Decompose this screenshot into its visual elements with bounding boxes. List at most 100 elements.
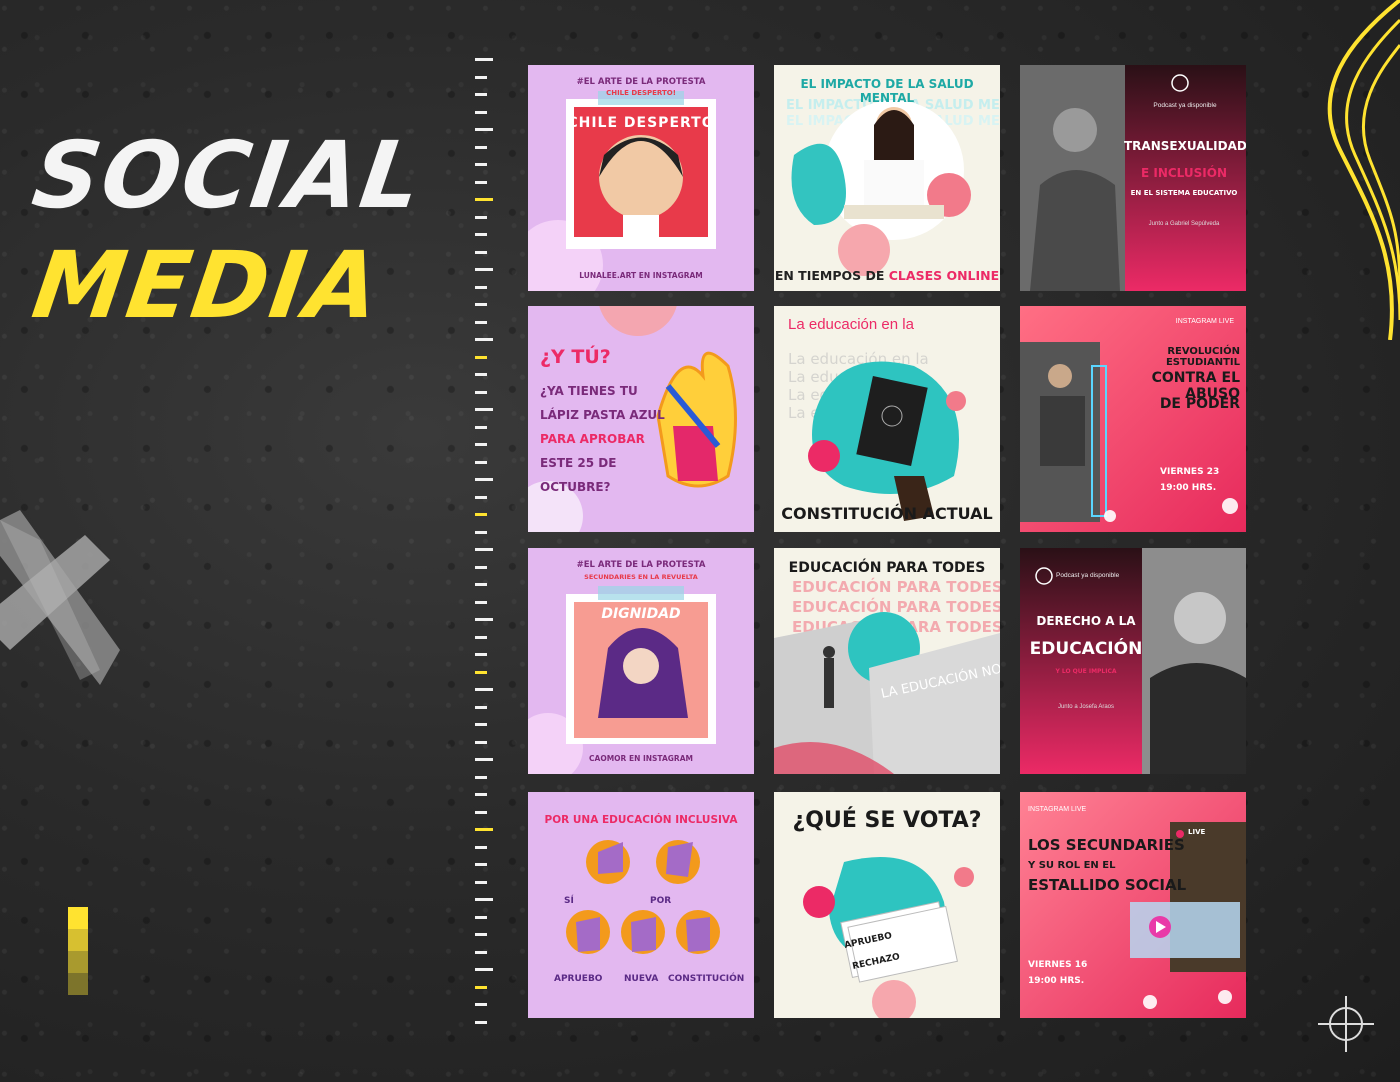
ruler-dash — [475, 390, 487, 394]
tile-12-badge: INSTAGRAM LIVE — [1028, 806, 1087, 813]
ruler-dashes — [475, 58, 495, 1028]
ruler-dash — [475, 215, 487, 219]
ruler-dash — [475, 268, 493, 271]
title-social: SOCIAL — [26, 122, 430, 229]
svg-text:EDUCACIÓN PARA TODES: EDUCACIÓN PARA TODES — [792, 577, 1000, 596]
ruler-dash — [475, 845, 487, 849]
tile-7-footer: CAOMOR EN INSTAGRAM — [589, 754, 693, 763]
post-tile-arte-protesta-2[interactable]: #EL ARTE DE LA PROTESTA SECUNDARIES EN L… — [528, 548, 754, 774]
tile-12-live: LIVE — [1188, 828, 1206, 836]
ruler-dash — [475, 863, 487, 866]
svg-text:EDUCACIÓN PARA TODES: EDUCACIÓN PARA TODES — [792, 597, 1000, 616]
ruler-dash — [475, 110, 487, 114]
tile-9-credit: Junto a Josefa Araos — [1057, 704, 1115, 710]
ruler-dash — [475, 933, 487, 936]
swatch-yellow-3 — [68, 951, 88, 973]
tile-3-line3: EN EL SISTEMA EDUCATIVO — [1130, 189, 1238, 197]
ruler-dash — [475, 460, 487, 464]
tile-12-l3: ESTALLIDO SOCIAL — [1028, 876, 1187, 894]
duct-tape-decoration — [0, 510, 120, 685]
post-tile-arte-protesta-1[interactable]: #EL ARTE DE LA PROTESTA CHILE DESPERTO! … — [528, 65, 754, 291]
post-tile-educacion-todes[interactable]: EDUCACIÓN PARA TODES EDUCACIÓN PARA TODE… — [774, 548, 1000, 774]
ruler-dash — [475, 530, 487, 534]
ruler-dash — [475, 723, 487, 726]
ruler-dash — [475, 320, 487, 324]
tile-12-time: 19:00 HRS. — [1028, 976, 1085, 986]
ruler-dash — [475, 968, 493, 971]
tile-9-l2: EDUCACIÓN — [1029, 639, 1143, 659]
ruler-dash — [475, 198, 493, 201]
ruler-dash — [475, 915, 487, 919]
ruler-dash — [475, 478, 493, 481]
ruler-dash — [475, 1020, 487, 1024]
post-tile-revolucion-live[interactable]: INSTAGRAM LIVE REVOLUCIÓN ESTUDIANTIL CO… — [1020, 306, 1246, 532]
tile-9-l3: Y LO QUE IMPLICA — [1055, 668, 1117, 675]
tile-8-headline: EDUCACIÓN PARA TODES — [788, 560, 986, 576]
tile-4-l1: ¿YA TIENES TU — [540, 384, 638, 398]
ruler-dash — [475, 145, 487, 149]
swatch-yellow-2 — [68, 929, 88, 951]
post-tile-educacion-inclusiva[interactable]: POR UNA EDUCACIÓN INCLUSIVA SÍ POR APRUE… — [528, 792, 754, 1018]
ruler-dash — [475, 180, 487, 184]
tile-10-sign-apruebo: APRUEBO — [554, 974, 603, 984]
tile-2-footer: EN TIEMPOS DE CLASES ONLINE — [774, 268, 1000, 283]
tile-2-footer-a: EN TIEMPOS DE — [774, 268, 889, 283]
ruler-dash — [475, 880, 487, 884]
tile-3-line2: E INCLUSIÓN — [1140, 166, 1227, 180]
tile-4-l5: OCTUBRE? — [540, 480, 611, 494]
post-tile-constitucion[interactable]: La educación en la La educación en la La… — [774, 306, 1000, 532]
tile-1-art-text: CHILE DESPERTO — [567, 115, 715, 131]
ruler-dash — [475, 758, 493, 761]
tile-12-date: VIERNES 16 — [1028, 960, 1088, 970]
ruler-dash — [475, 810, 487, 814]
tile-12-l2: Y SU ROL EN EL — [1028, 860, 1116, 871]
tile-10-sign-si: SÍ — [564, 896, 574, 906]
tile-10-sign-constitucion: CONSTITUCIÓN — [668, 974, 745, 984]
tile-3-credit: Junto a Gabriel Sepúlveda — [1148, 221, 1220, 227]
ruler-dash — [475, 58, 493, 61]
tile-10-sign-nueva: NUEVA — [624, 974, 659, 984]
ruler-dash — [475, 355, 487, 359]
post-tile-transexualidad[interactable]: Podcast ya disponible TRANSEXUALIDAD E I… — [1020, 65, 1246, 291]
tile-4-l3: PARA APROBAR — [540, 432, 645, 446]
post-tile-lapiz-azul[interactable]: ¿Y TÚ? ¿YA TIENES TU LÁPIZ PASTA AZUL PA… — [528, 306, 754, 532]
title-media: MEDIA — [26, 232, 388, 339]
tile-6-badge: INSTAGRAM LIVE — [1175, 318, 1234, 325]
ruler-dash — [475, 670, 487, 674]
post-tile-derecho-educacion[interactable]: Podcast ya disponible DERECHO A LA EDUCA… — [1020, 548, 1246, 774]
ruler-dash — [475, 163, 487, 166]
tile-5-footer: CONSTITUCIÓN ACTUAL — [781, 504, 993, 523]
swatch-yellow-4 — [68, 973, 88, 995]
post-tile-que-se-vota[interactable]: ¿QUÉ SE VOTA? APRUEBO RECHAZO — [774, 792, 1000, 1018]
tile-7-hashtag: #EL ARTE DE LA PROTESTA — [576, 560, 706, 570]
swatch-yellow-1 — [68, 907, 88, 929]
tile-7-art-text: DIGNIDAD — [601, 606, 681, 622]
post-tile-secundaries-live[interactable]: INSTAGRAM LIVE LIVE LOS SECUNDARIES Y SU… — [1020, 792, 1246, 1018]
ruler-dash — [475, 285, 487, 289]
ruler-dash — [475, 443, 487, 446]
ruler-dash — [475, 828, 493, 831]
tile-7-art — [528, 586, 716, 774]
tile-4-l4: ESTE 25 DE — [540, 456, 617, 470]
tile-10-headline: POR UNA EDUCACIÓN INCLUSIVA — [544, 814, 738, 826]
ruler-dash — [475, 565, 487, 569]
tile-4-q: ¿Y TÚ? — [540, 346, 611, 368]
ruler-dash — [475, 250, 487, 254]
ruler-dash — [475, 985, 487, 989]
tile-1-footer: LUNALEE.ART EN INSTAGRAM — [579, 271, 703, 280]
ruler-dash — [475, 408, 493, 411]
ruler-dash — [475, 495, 487, 499]
ruler-dash — [475, 793, 487, 796]
tile-3-badge: Podcast ya disponible — [1153, 102, 1217, 109]
ruler-dash — [475, 775, 487, 779]
ruler-dash — [475, 950, 487, 954]
tile-6-l1: REVOLUCIÓN ESTUDIANTIL — [1165, 346, 1240, 368]
post-tile-salud-mental[interactable]: EL IMPACTO DE LA SALUD MENTAL EL IMPACTO… — [774, 65, 1000, 291]
tile-4-l2: LÁPIZ PASTA AZUL — [540, 408, 665, 422]
ruler-dash — [475, 425, 487, 429]
tile-1-art — [528, 91, 716, 291]
tile-9-art — [1020, 548, 1246, 774]
tile-10-sign-por: POR — [650, 896, 672, 906]
ruler-dash — [475, 705, 487, 709]
tile-8-art: EDUCACIÓN PARA TODES EDUCACIÓN PARA TODE… — [774, 577, 1000, 774]
